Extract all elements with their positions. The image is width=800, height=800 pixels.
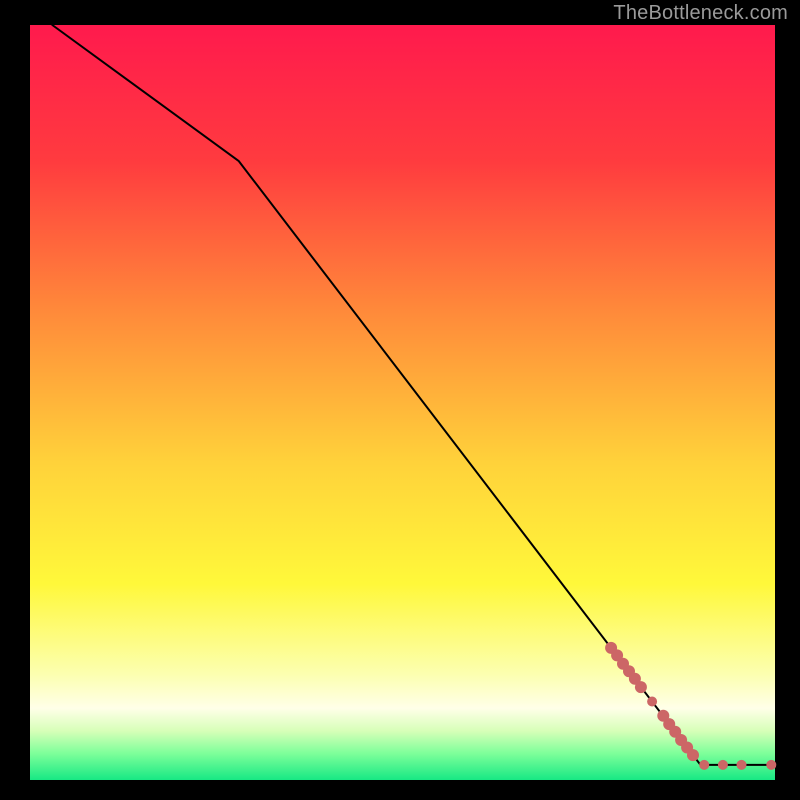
data-marker xyxy=(635,681,647,693)
data-marker xyxy=(699,760,709,770)
data-marker xyxy=(687,749,699,761)
data-marker xyxy=(766,760,776,770)
data-marker xyxy=(737,760,747,770)
bottleneck-chart xyxy=(0,0,800,800)
data-marker xyxy=(718,760,728,770)
plot-background xyxy=(30,25,775,780)
chart-container: TheBottleneck.com xyxy=(0,0,800,800)
data-marker xyxy=(647,697,657,707)
